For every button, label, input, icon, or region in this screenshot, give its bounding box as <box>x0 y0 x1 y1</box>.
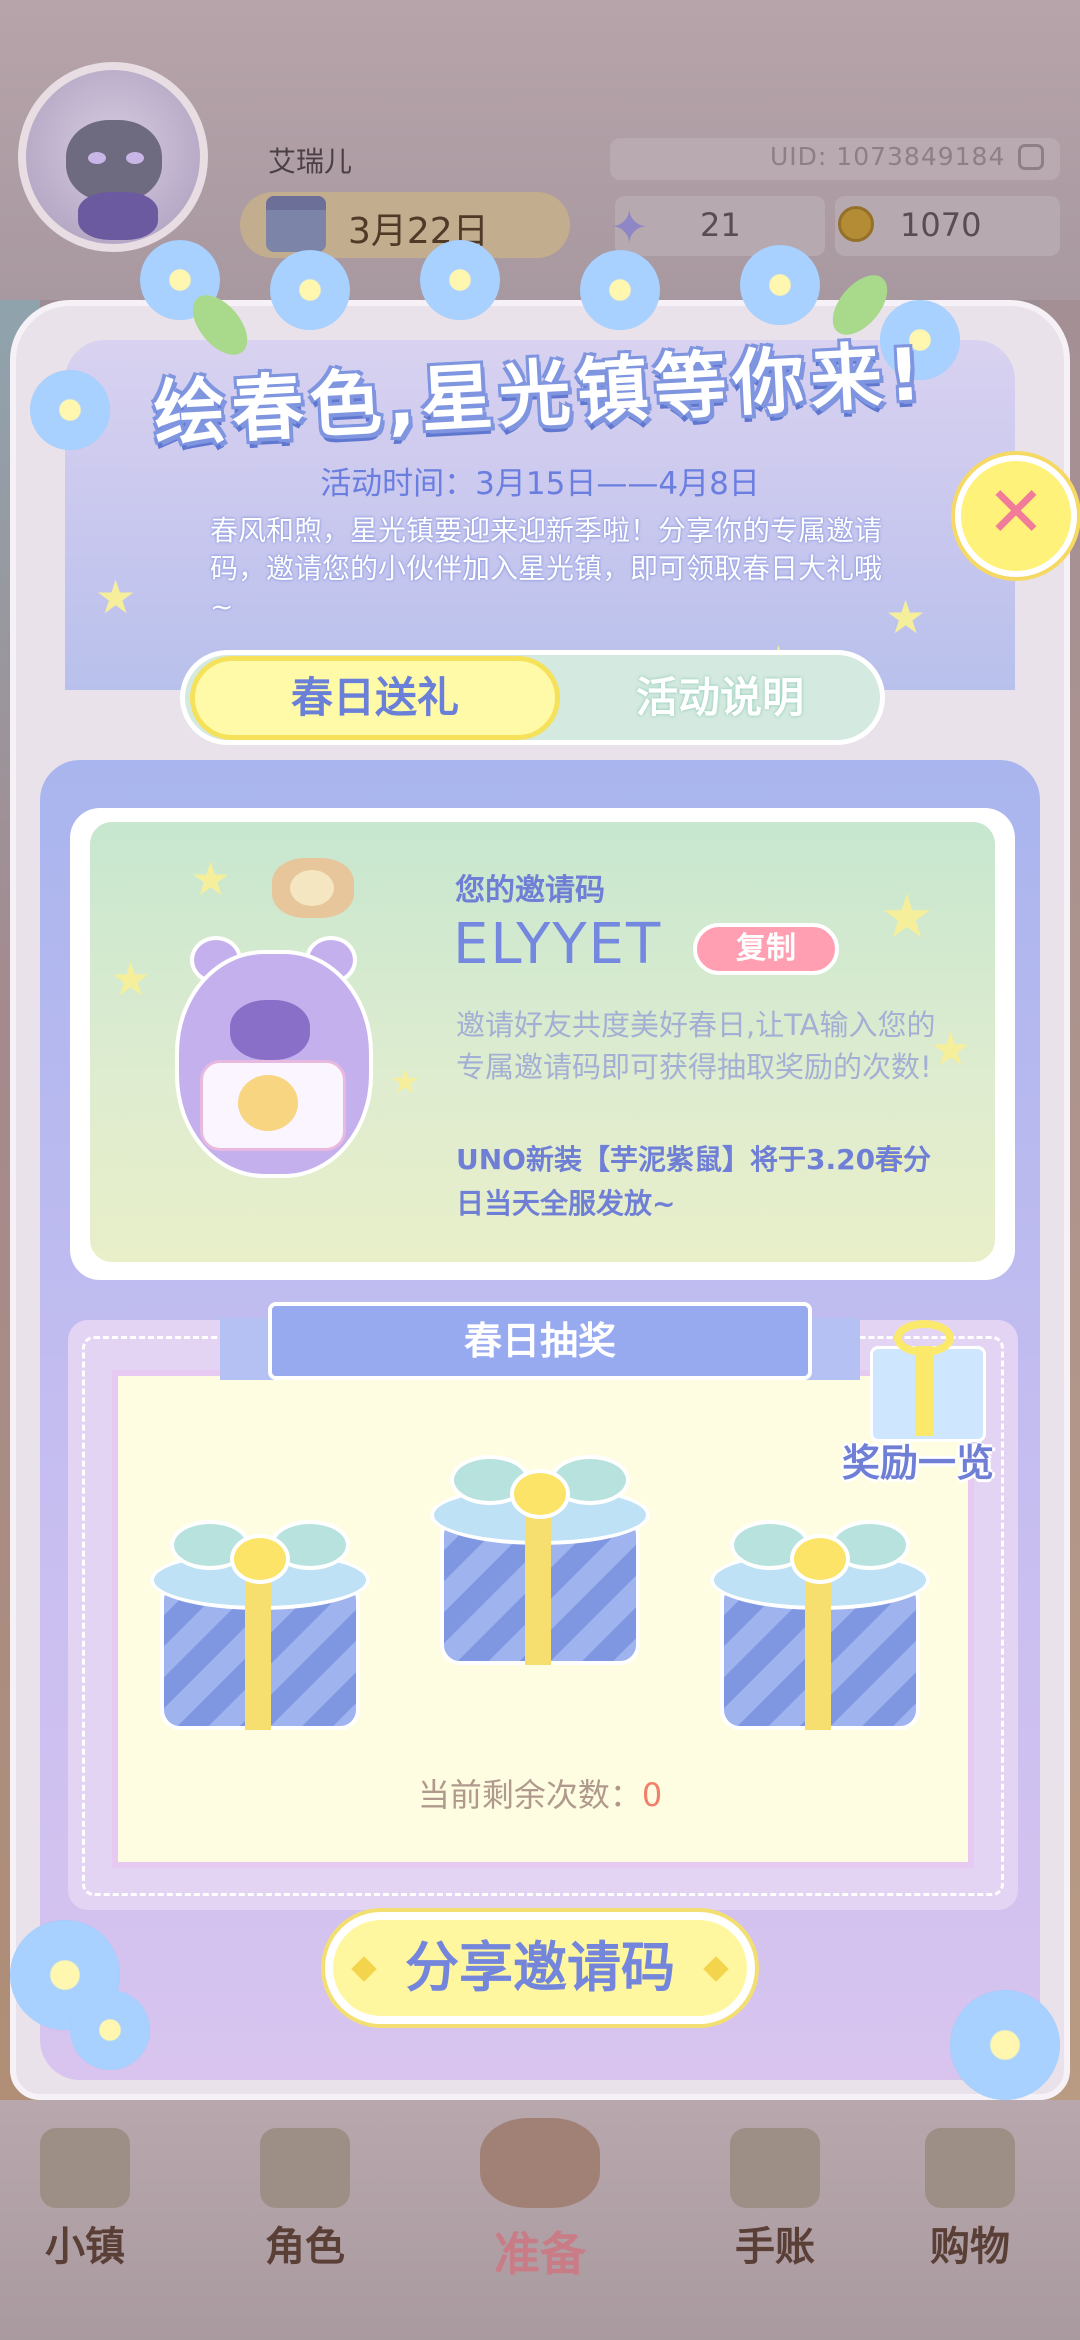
gift-flower-icon <box>230 1534 290 1584</box>
share-invite-code-button[interactable]: 分享邀请码 <box>325 1912 755 2024</box>
hamster-mouth <box>230 1000 310 1060</box>
nav-shop[interactable]: 购物 <box>905 2128 1035 2278</box>
flower-decoration <box>950 1990 1060 2100</box>
remaining-label: 当前剩余次数： <box>417 1776 642 1814</box>
nav-prepare[interactable]: 准备 <box>420 2118 660 2288</box>
nav-label: 角色 <box>265 2224 345 2270</box>
reward-list-gift-icon[interactable] <box>850 1316 1000 1442</box>
prepare-icon <box>480 2118 600 2208</box>
shop-icon <box>925 2128 1015 2208</box>
invite-code-label: 您的邀请码 <box>455 873 605 908</box>
avatar-eye <box>126 152 144 164</box>
flower-decoration <box>740 245 820 325</box>
star-decoration: ★ <box>110 952 152 1006</box>
gift-ribbon <box>245 1560 271 1730</box>
star-decoration: ★ <box>390 1062 421 1102</box>
pet-companion <box>272 858 354 918</box>
event-description: 春风和煦，星光镇要迎来迎新季啦！分享你的专属邀请码，邀请您的小伙伴加入星光镇，即… <box>210 514 883 623</box>
character-icon <box>260 2128 350 2208</box>
avatar-body <box>78 192 158 240</box>
flower-decoration <box>70 1990 150 2070</box>
gift-flower-icon <box>790 1534 850 1584</box>
gift-bow <box>894 1320 954 1356</box>
share-button-label: 分享邀请码 <box>405 1936 675 1999</box>
gift-ribbon <box>525 1495 551 1665</box>
flower-decoration <box>580 250 660 330</box>
copy-uid-icon[interactable] <box>1018 144 1044 170</box>
copy-button[interactable]: 复制 <box>693 923 839 975</box>
gift-box-2[interactable] <box>430 1455 650 1675</box>
player-avatar[interactable] <box>18 62 208 252</box>
gift-ribbon <box>915 1346 933 1436</box>
gift-box-1[interactable] <box>150 1520 370 1740</box>
uno-notice: UNO新装【芋泥紫鼠】将于3.20春分日当天全服发放~ <box>456 1143 932 1220</box>
tab-spring-gift[interactable]: 春日送礼 <box>190 656 560 740</box>
gift-box-3[interactable] <box>710 1520 930 1740</box>
rainbow-star-icon: ✦ <box>610 200 649 254</box>
cat-face <box>66 120 162 202</box>
close-button[interactable]: ✕ <box>955 455 1077 577</box>
reward-list-button[interactable]: 奖励一览 <box>842 1432 994 1487</box>
remaining-count: 0 <box>641 1776 663 1814</box>
nav-journal[interactable]: 手账 <box>710 2128 840 2278</box>
nav-town[interactable]: 小镇 <box>20 2128 150 2278</box>
shirt-print <box>238 1075 298 1131</box>
close-icon: ✕ <box>986 471 1046 553</box>
coin-count: 1070 <box>900 206 982 244</box>
flower-decoration <box>270 250 350 330</box>
journal-icon <box>730 2128 820 2208</box>
town-icon <box>40 2128 130 2208</box>
remaining-draws: 当前剩余次数：0 <box>0 1770 1080 1816</box>
calendar-icon <box>266 196 326 252</box>
avatar-eye <box>88 152 106 164</box>
nav-character[interactable]: 角色 <box>240 2128 370 2278</box>
gift-ribbon <box>805 1560 831 1730</box>
nav-label: 购物 <box>930 2224 1010 2270</box>
nav-label: 准备 <box>494 2227 586 2281</box>
nav-label: 手账 <box>735 2224 815 2270</box>
event-period: 活动时间：3月15日——4月8日 <box>320 466 760 502</box>
player-name: 艾瑞儿 <box>268 145 353 178</box>
player-uid: UID: 1073849184 <box>770 142 1006 171</box>
tab-event-rules[interactable]: 活动说明 <box>560 656 880 740</box>
star-decoration: ★ <box>885 590 927 644</box>
nav-label: 小镇 <box>45 2224 125 2270</box>
diamond-icon <box>703 1956 729 1982</box>
invite-description: 邀请好友共度美好春日,让TA输入您的专属邀请码即可获得抽取奖励的次数! <box>456 1008 936 1084</box>
lottery-title: 春日抽奖 <box>268 1302 812 1380</box>
flower-decoration <box>420 240 500 320</box>
star-decoration: ★ <box>190 852 232 906</box>
star-decoration: ★ <box>95 570 137 624</box>
hamster-character <box>150 930 390 1180</box>
invite-code: ELYYET <box>453 912 663 977</box>
star-decoration: ★ <box>880 882 934 952</box>
star-count: 21 <box>700 206 741 244</box>
diamond-icon <box>351 1956 377 1982</box>
coin-icon <box>838 206 874 242</box>
gift-flower-icon <box>510 1469 570 1519</box>
